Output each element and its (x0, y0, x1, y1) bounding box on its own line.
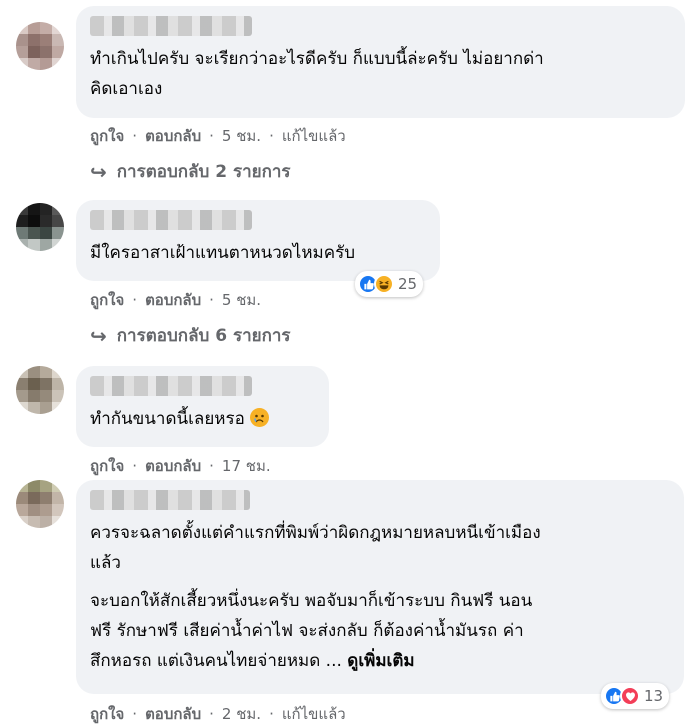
reply-link[interactable]: ตอบกลับ (145, 454, 201, 478)
view-replies-link[interactable]: ↪ การตอบกลับ 2 รายการ (90, 158, 291, 185)
commenter-avatar[interactable] (16, 203, 64, 251)
comment-bubble: ทำเกินไปครับ จะเรียกว่าอะไรดีครับ ก็แบบน… (76, 6, 685, 118)
comment-text-line: ฟรี รักษาฟรี เสียค่าน้ำค่าไฟ จะส่งกลับ ก… (90, 621, 524, 641)
reaction-summary[interactable]: 13 (601, 683, 670, 709)
haha-icon (374, 274, 394, 294)
comment-bubble: มีใครอาสาเฝ้าแทนตาหนวดไหมครับ (76, 200, 440, 281)
reply-link[interactable]: ตอบกลับ (145, 124, 201, 148)
comment-text-line: ควรจะฉลาดตั้งแต่คำแรกที่พิมพ์ว่าผิดกฎหมา… (90, 523, 541, 543)
timestamp[interactable]: 2 ชม. (222, 702, 261, 726)
reply-link[interactable]: ตอบกลับ (145, 702, 201, 726)
reaction-count: 13 (644, 687, 664, 705)
separator: · (132, 457, 138, 475)
comment-text-line: มีใครอาสาเฝ้าแทนตาหนวดไหมครับ (90, 243, 356, 263)
reaction-summary[interactable]: 25 (355, 271, 424, 297)
like-link[interactable]: ถูกใจ (90, 288, 124, 312)
comment-actions: ถูกใจ · ตอบกลับ · 17 ชม. (90, 454, 271, 478)
love-icon (620, 686, 640, 706)
comment-text: ทำกันขนาดนี้เลยหรอ (90, 404, 315, 434)
like-link[interactable]: ถูกใจ (90, 124, 124, 148)
comment-text-line: จะบอกให้สักเสี้ยวหนึ่งนะครับ พอจับมาก็เข… (90, 591, 533, 611)
edited-label[interactable]: แก้ไขแล้ว (282, 702, 346, 726)
reply-link[interactable]: ตอบกลับ (145, 288, 201, 312)
commenter-name-blurred[interactable] (90, 376, 252, 396)
comment-text-line: สึกหอรถ แต่เงินคนไทยจ่ายหมด ... (90, 651, 342, 671)
commenter-name-blurred[interactable] (90, 490, 250, 510)
comment-bubble: ควรจะฉลาดตั้งแต่คำแรกที่พิมพ์ว่าผิดกฎหมา… (76, 480, 684, 694)
reply-arrow-icon: ↪ (90, 159, 107, 184)
separator: · (132, 705, 138, 723)
reply-arrow-icon: ↪ (90, 323, 107, 348)
commenter-name-blurred[interactable] (90, 16, 252, 36)
comment-text-line: แล้ว (90, 553, 121, 573)
comment-paragraph: ควรจะฉลาดตั้งแต่คำแรกที่พิมพ์ว่าผิดกฎหมา… (90, 518, 670, 578)
comment-bubble: ทำกันขนาดนี้เลยหรอ (76, 366, 329, 447)
see-more-link[interactable]: ดูเพิ่มเติม (347, 651, 414, 671)
comment-actions: ถูกใจ · ตอบกลับ · 5 ชม. · แก้ไขแล้ว (90, 124, 346, 148)
reaction-count: 25 (398, 275, 418, 293)
comment-text-line: ทำเกินไปครับ จะเรียกว่าอะไรดีครับ ก็แบบน… (90, 49, 544, 69)
commenter-avatar[interactable] (16, 366, 64, 414)
commenter-avatar[interactable] (16, 480, 64, 528)
comment-actions: ถูกใจ · ตอบกลับ · 2 ชม. · แก้ไขแล้ว (90, 702, 346, 726)
view-replies-label: การตอบกลับ 6 รายการ (116, 326, 291, 346)
separator: · (209, 127, 214, 145)
separator: · (269, 705, 274, 723)
comment-paragraph: จะบอกให้สักเสี้ยวหนึ่งนะครับ พอจับมาก็เข… (90, 586, 670, 676)
comment-text-line-last: สึกหอรถ แต่เงินคนไทยจ่ายหมด ... ดูเพิ่มเ… (90, 646, 670, 676)
sad-face-emoji-icon (250, 408, 270, 427)
edited-label[interactable]: แก้ไขแล้ว (282, 124, 346, 148)
timestamp[interactable]: 17 ชม. (222, 454, 271, 478)
separator: · (209, 291, 214, 309)
commenter-name-blurred[interactable] (90, 210, 252, 230)
separator: · (269, 127, 274, 145)
separator: · (132, 291, 138, 309)
commenter-avatar[interactable] (16, 22, 64, 70)
separator: · (209, 705, 214, 723)
comment-text-line: คิดเอาเอง (90, 79, 163, 99)
separator: · (209, 457, 214, 475)
like-link[interactable]: ถูกใจ (90, 454, 124, 478)
view-replies-label: การตอบกลับ 2 รายการ (116, 162, 291, 182)
timestamp[interactable]: 5 ชม. (222, 124, 261, 148)
view-replies-link[interactable]: ↪ การตอบกลับ 6 รายการ (90, 322, 291, 349)
comment-text-line: ทำกันขนาดนี้เลยหรอ (90, 409, 245, 429)
separator: · (132, 127, 138, 145)
comment-actions: ถูกใจ · ตอบกลับ · 5 ชม. (90, 288, 261, 312)
timestamp[interactable]: 5 ชม. (222, 288, 261, 312)
like-link[interactable]: ถูกใจ (90, 702, 124, 726)
